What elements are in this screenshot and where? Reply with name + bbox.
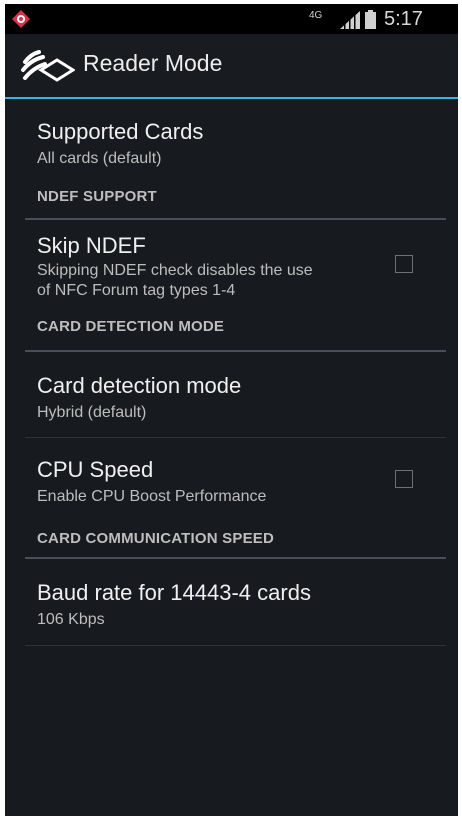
setting-summary: Enable CPU Boost Performance — [37, 488, 267, 505]
setting-card-detection-mode[interactable]: Card detection mode Hybrid (default) — [5, 353, 458, 438]
setting-baud-rate[interactable]: Baud rate for 14443-4 cards 106 Kbps — [5, 560, 458, 646]
section-header-label: CARD COMMUNICATION SPEED — [37, 530, 275, 547]
setting-summary: Hybrid (default) — [37, 404, 147, 421]
action-bar: Reader Mode — [5, 34, 458, 99]
section-header-comm-speed: CARD COMMUNICATION SPEED — [5, 530, 458, 560]
section-divider — [25, 557, 446, 559]
section-divider — [25, 350, 446, 352]
network-type: 4G — [309, 10, 323, 21]
setting-summary: 106 Kbps — [37, 611, 105, 628]
section-header-label: CARD DETECTION MODE — [37, 318, 225, 335]
battery-icon — [365, 10, 376, 29]
setting-title: Supported Cards — [37, 119, 204, 144]
settings-list: Supported Cards All cards (default) NDEF… — [5, 99, 458, 646]
status-bar: 4G 5:17 PM — [5, 4, 458, 53]
section-divider — [25, 218, 446, 220]
row-divider — [25, 645, 446, 646]
setting-summary-line-1: Skipping NDEF check disables the use — [37, 262, 313, 279]
section-header-ndef: NDEF SUPPORT — [5, 179, 458, 221]
skip-ndef-checkbox[interactable] — [395, 255, 413, 273]
setting-cpu-speed[interactable]: CPU Speed Enable CPU Boost Performance — [5, 438, 458, 530]
section-header-card-detection: CARD DETECTION MODE — [5, 317, 458, 353]
setting-skip-ndef[interactable]: Skip NDEF Skipping NDEF check disables t… — [5, 221, 458, 317]
setting-summary-line-2: of NFC Forum tag types 1-4 — [37, 282, 236, 299]
cpu-speed-checkbox[interactable] — [395, 470, 413, 488]
setting-title: Skip NDEF — [37, 233, 146, 258]
section-header-label: NDEF SUPPORT — [37, 188, 157, 205]
setting-supported-cards[interactable]: Supported Cards All cards (default) — [5, 99, 458, 179]
notification-app-icon — [12, 10, 30, 28]
setting-title: Card detection mode — [37, 373, 242, 398]
reader-mode-app-icon[interactable] — [19, 48, 75, 84]
setting-summary: All cards (default) — [37, 150, 162, 167]
page-title: Reader Mode — [83, 50, 223, 76]
device-screen: 4G 5:17 PM Reader Mode Supported Cards A… — [5, 4, 458, 816]
setting-title: CPU Speed — [37, 457, 154, 482]
signal-icon — [340, 11, 360, 29]
setting-title: Baud rate for 14443-4 cards — [37, 580, 311, 605]
